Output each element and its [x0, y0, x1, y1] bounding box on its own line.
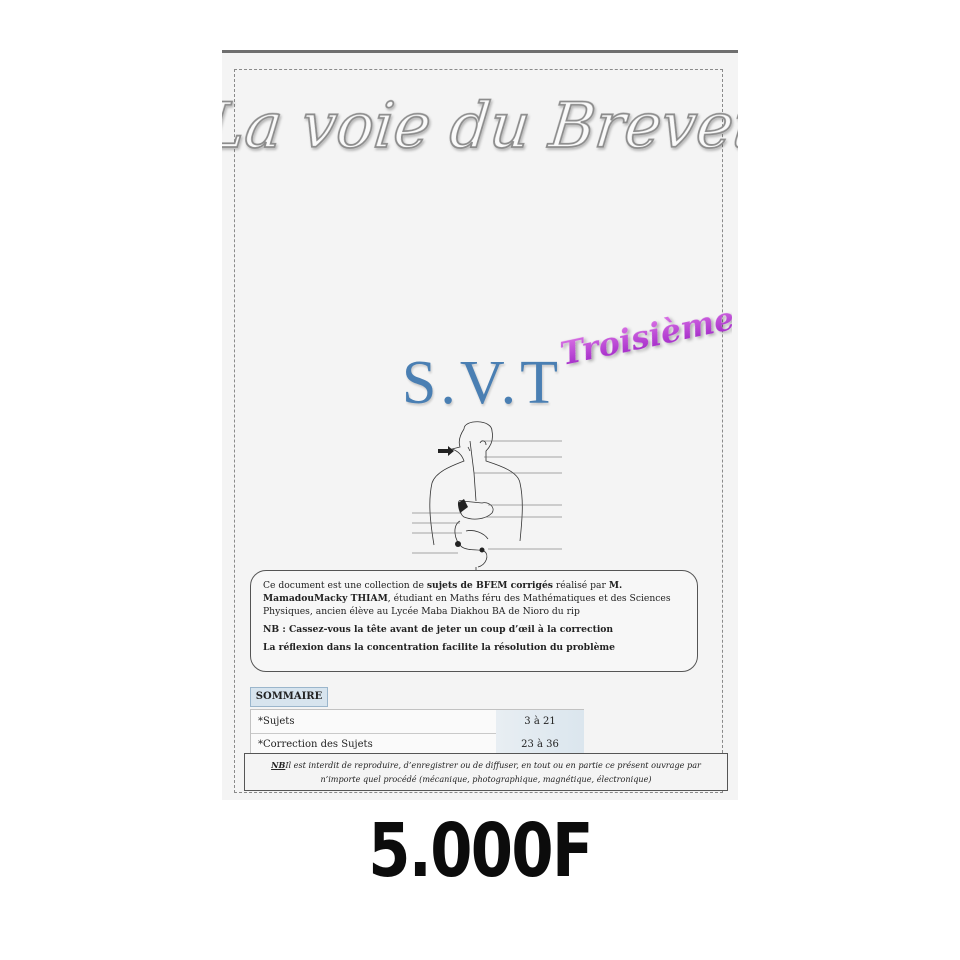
- info-box: Ce document est une collection de sujets…: [250, 570, 698, 672]
- copyright-nb: NB: [271, 760, 286, 770]
- summary-row-pages: 23 à 36: [521, 739, 559, 750]
- summary-row-label: *Sujets: [258, 716, 295, 727]
- summary-table: *Sujets 3 à 21 *Correction des Sujets 23…: [250, 709, 584, 756]
- price-label: 5.000F: [368, 808, 593, 894]
- summary-heading: SOMMAIRE: [250, 687, 328, 707]
- info-bold-subject: sujets de BFEM corrigés: [426, 580, 553, 591]
- copyright-notice: NBIl est interdit de reproduire, d’enreg…: [244, 753, 728, 791]
- summary-row-pages: 3 à 21: [524, 716, 556, 727]
- summary-row: *Sujets 3 à 21: [251, 710, 584, 734]
- reflexion-note: La réflexion dans la concentration facil…: [263, 642, 615, 654]
- svg-text:La voie du Brevet: La voie du Brevet: [222, 89, 738, 162]
- summary-row-label: *Correction des Sujets: [258, 739, 373, 750]
- subject-title: S.V.T: [401, 349, 563, 417]
- info-description: Ce document est une collection de sujets…: [263, 580, 671, 618]
- digestive-system-diagram: [410, 421, 562, 581]
- nb-note: NB : Cassez-vous la tête avant de jeter …: [263, 624, 614, 636]
- document-cover: La voie du Brevet Troisième S.V.T Ce doc…: [222, 50, 738, 800]
- copyright-text: Il est interdit de reproduire, d’enregis…: [285, 760, 701, 784]
- cover-title: La voie du Brevet: [222, 88, 738, 163]
